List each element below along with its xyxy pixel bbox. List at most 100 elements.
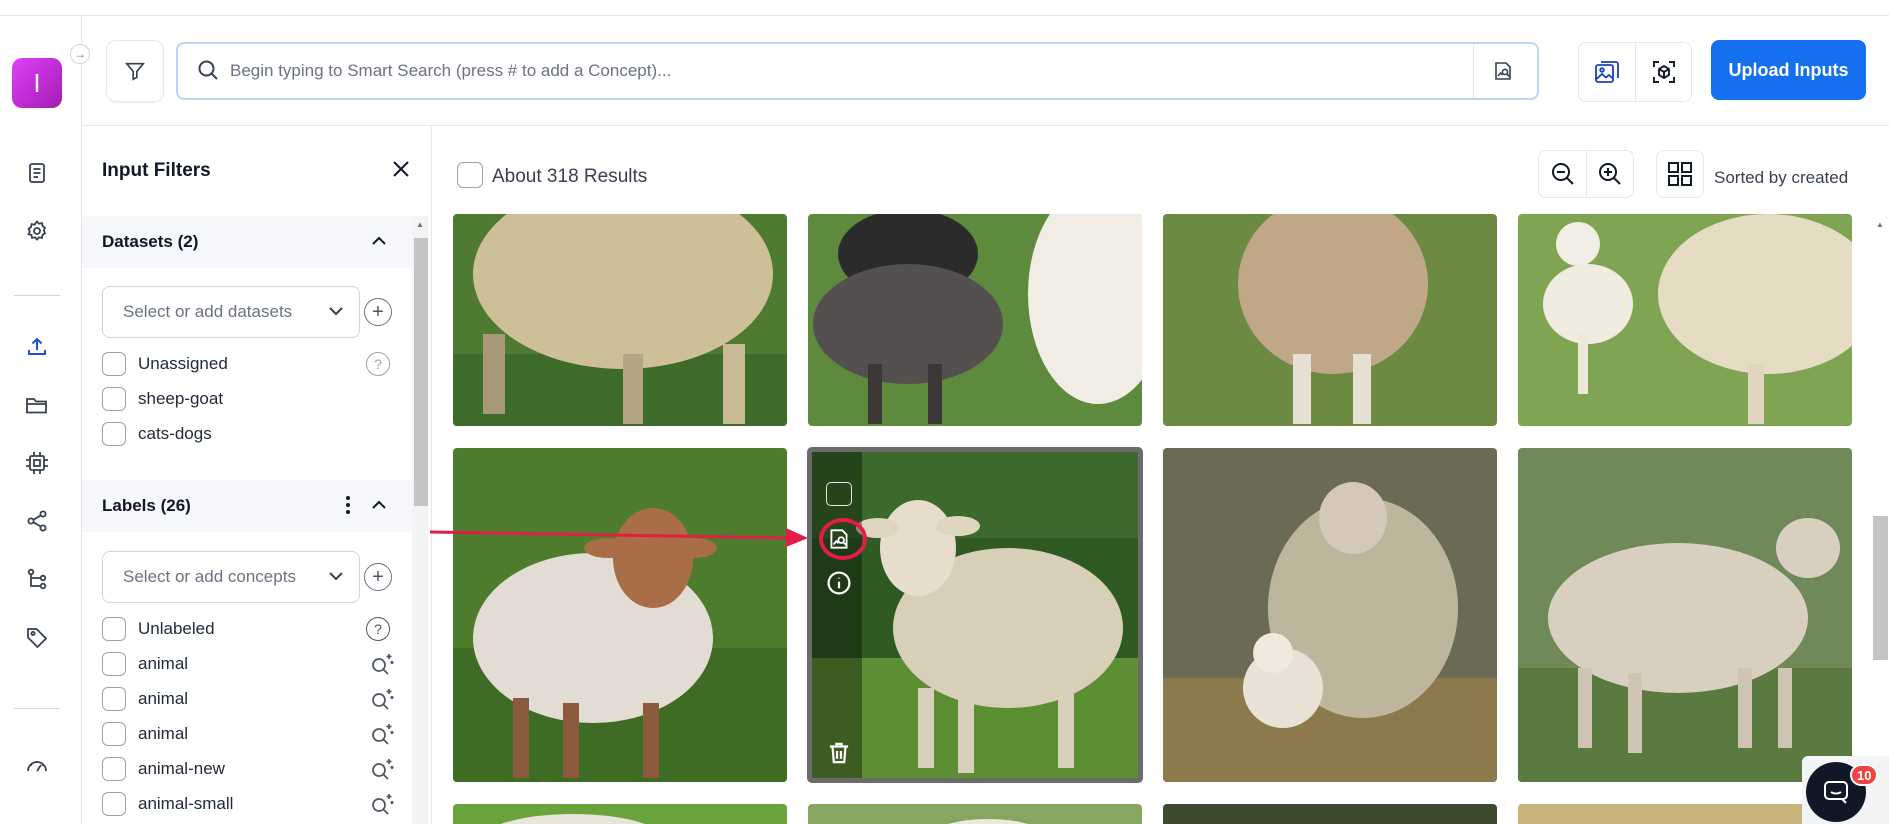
folder-icon[interactable]	[20, 388, 54, 422]
dataset-label: Unassigned	[138, 354, 228, 373]
object-detect-icon[interactable]	[1635, 43, 1691, 101]
label-name: animal	[138, 689, 189, 708]
share-icon[interactable]	[20, 504, 54, 538]
expand-rail-icon[interactable]: →	[70, 44, 90, 64]
dataset-label: sheep-goat	[138, 389, 224, 408]
results-count: About 318 Results	[492, 166, 648, 187]
tag-icon[interactable]	[20, 620, 54, 654]
funnel-icon	[125, 62, 145, 81]
magic-search-icon[interactable]	[370, 652, 396, 681]
concepts-select[interactable]: Select or add concepts	[102, 551, 360, 603]
label-name: animal	[138, 654, 189, 673]
settings-icon[interactable]	[20, 214, 54, 248]
input-thumbnail-selected[interactable]	[807, 447, 1143, 783]
input-filters-panel: Input Filters Datasets (2) Select or add…	[82, 126, 432, 824]
image-search-icon[interactable]	[1488, 56, 1518, 86]
label-name: animal-small	[138, 794, 234, 813]
checkbox[interactable]	[102, 352, 126, 376]
input-thumbnail[interactable]	[453, 214, 787, 426]
workflow-icon[interactable]	[20, 562, 54, 596]
label-option[interactable]: animal	[102, 685, 394, 713]
upload-icon[interactable]	[20, 330, 54, 364]
grid-view-icon[interactable]	[1656, 150, 1704, 198]
magic-search-icon[interactable]	[370, 792, 396, 821]
checkbox[interactable]	[102, 387, 126, 411]
sort-label[interactable]: Sorted by created	[1714, 168, 1848, 188]
add-dataset-icon[interactable]: +	[364, 298, 392, 326]
magic-search-icon[interactable]	[370, 757, 396, 786]
concepts-select-placeholder: Select or add concepts	[123, 567, 296, 586]
rail-separator	[14, 708, 60, 709]
close-icon[interactable]	[388, 156, 414, 182]
rail-separator	[14, 295, 60, 296]
input-thumbnail[interactable]	[808, 804, 1142, 824]
search-icon	[196, 58, 220, 87]
scroll-up-arrow-icon[interactable]: ▲	[1876, 220, 1884, 229]
left-rail: I →	[0, 16, 90, 824]
checkbox[interactable]	[102, 617, 126, 641]
input-thumbnail[interactable]	[1163, 804, 1497, 824]
chevron-up-icon[interactable]	[368, 230, 390, 252]
checkbox[interactable]	[102, 652, 126, 676]
label-name: animal-new	[138, 759, 225, 778]
dataset-option[interactable]: Unassigned ?	[102, 350, 392, 378]
chevron-up-icon[interactable]	[368, 494, 390, 516]
zoom-in-icon[interactable]	[1586, 151, 1633, 197]
results-scrollbar-thumb[interactable]	[1873, 516, 1888, 660]
image-gallery-icon[interactable]	[1579, 43, 1635, 101]
filter-toggle-button[interactable]	[106, 40, 164, 102]
select-all-checkbox[interactable]	[457, 162, 483, 188]
add-concept-icon[interactable]: +	[364, 563, 392, 591]
chat-unread-badge: 10	[1850, 764, 1879, 786]
dataset-option[interactable]: sheep-goat	[102, 385, 392, 413]
app-root: I → Begin typing to Smart Search (press …	[0, 0, 1889, 824]
label-option[interactable]: animal	[102, 650, 394, 678]
datasets-select[interactable]: Select or add datasets	[102, 286, 360, 338]
search-input[interactable]	[230, 56, 1410, 86]
gauge-icon[interactable]	[20, 748, 54, 782]
help-icon[interactable]: ?	[366, 352, 390, 376]
thumbnail-action-strip	[812, 452, 867, 778]
labels-title: Labels (26)	[102, 496, 191, 515]
checkbox[interactable]	[102, 687, 126, 711]
more-options-icon[interactable]	[338, 492, 358, 518]
scroll-up-arrow-icon[interactable]: ▲	[416, 220, 424, 229]
datasets-section-header[interactable]: Datasets (2)	[82, 216, 412, 268]
results-grid	[433, 214, 1872, 824]
chevron-down-icon	[327, 567, 345, 590]
label-option[interactable]: Unlabeled ?	[102, 615, 392, 643]
chip-icon[interactable]	[20, 446, 54, 480]
zoom-out-icon[interactable]	[1539, 151, 1586, 197]
find-similar-icon[interactable]	[826, 526, 852, 552]
upload-inputs-button[interactable]: Upload Inputs	[1711, 40, 1866, 100]
input-thumbnail[interactable]	[808, 214, 1142, 426]
datasets-title: Datasets (2)	[102, 232, 199, 251]
datasets-select-placeholder: Select or add datasets	[123, 302, 293, 321]
checkbox[interactable]	[102, 722, 126, 746]
magic-search-icon[interactable]	[370, 687, 396, 716]
help-icon[interactable]: ?	[366, 617, 390, 641]
input-thumbnail[interactable]	[1518, 214, 1852, 426]
dataset-label: cats-dogs	[138, 424, 212, 443]
magic-search-icon[interactable]	[370, 722, 396, 751]
input-thumbnail[interactable]	[453, 804, 787, 824]
thumbnail-checkbox[interactable]	[826, 482, 852, 506]
input-thumbnail[interactable]	[453, 448, 787, 782]
checkbox[interactable]	[102, 422, 126, 446]
label-option[interactable]: animal	[102, 720, 394, 748]
label-option[interactable]: animal-small	[102, 790, 394, 818]
dataset-option[interactable]: cats-dogs	[102, 420, 392, 448]
checkbox[interactable]	[102, 792, 126, 816]
input-thumbnail[interactable]	[1163, 214, 1497, 426]
document-icon[interactable]	[20, 156, 54, 190]
input-thumbnail[interactable]	[1163, 448, 1497, 782]
label-option[interactable]: animal-new	[102, 755, 394, 783]
smart-search-bar[interactable]	[176, 42, 1539, 100]
app-avatar[interactable]: I	[12, 58, 62, 108]
trash-icon[interactable]	[826, 740, 852, 766]
labels-section-header[interactable]: Labels (26)	[82, 480, 412, 532]
info-icon[interactable]	[826, 570, 852, 596]
panel-scrollbar-thumb[interactable]	[414, 238, 428, 506]
checkbox[interactable]	[102, 757, 126, 781]
input-thumbnail[interactable]	[1518, 448, 1852, 782]
